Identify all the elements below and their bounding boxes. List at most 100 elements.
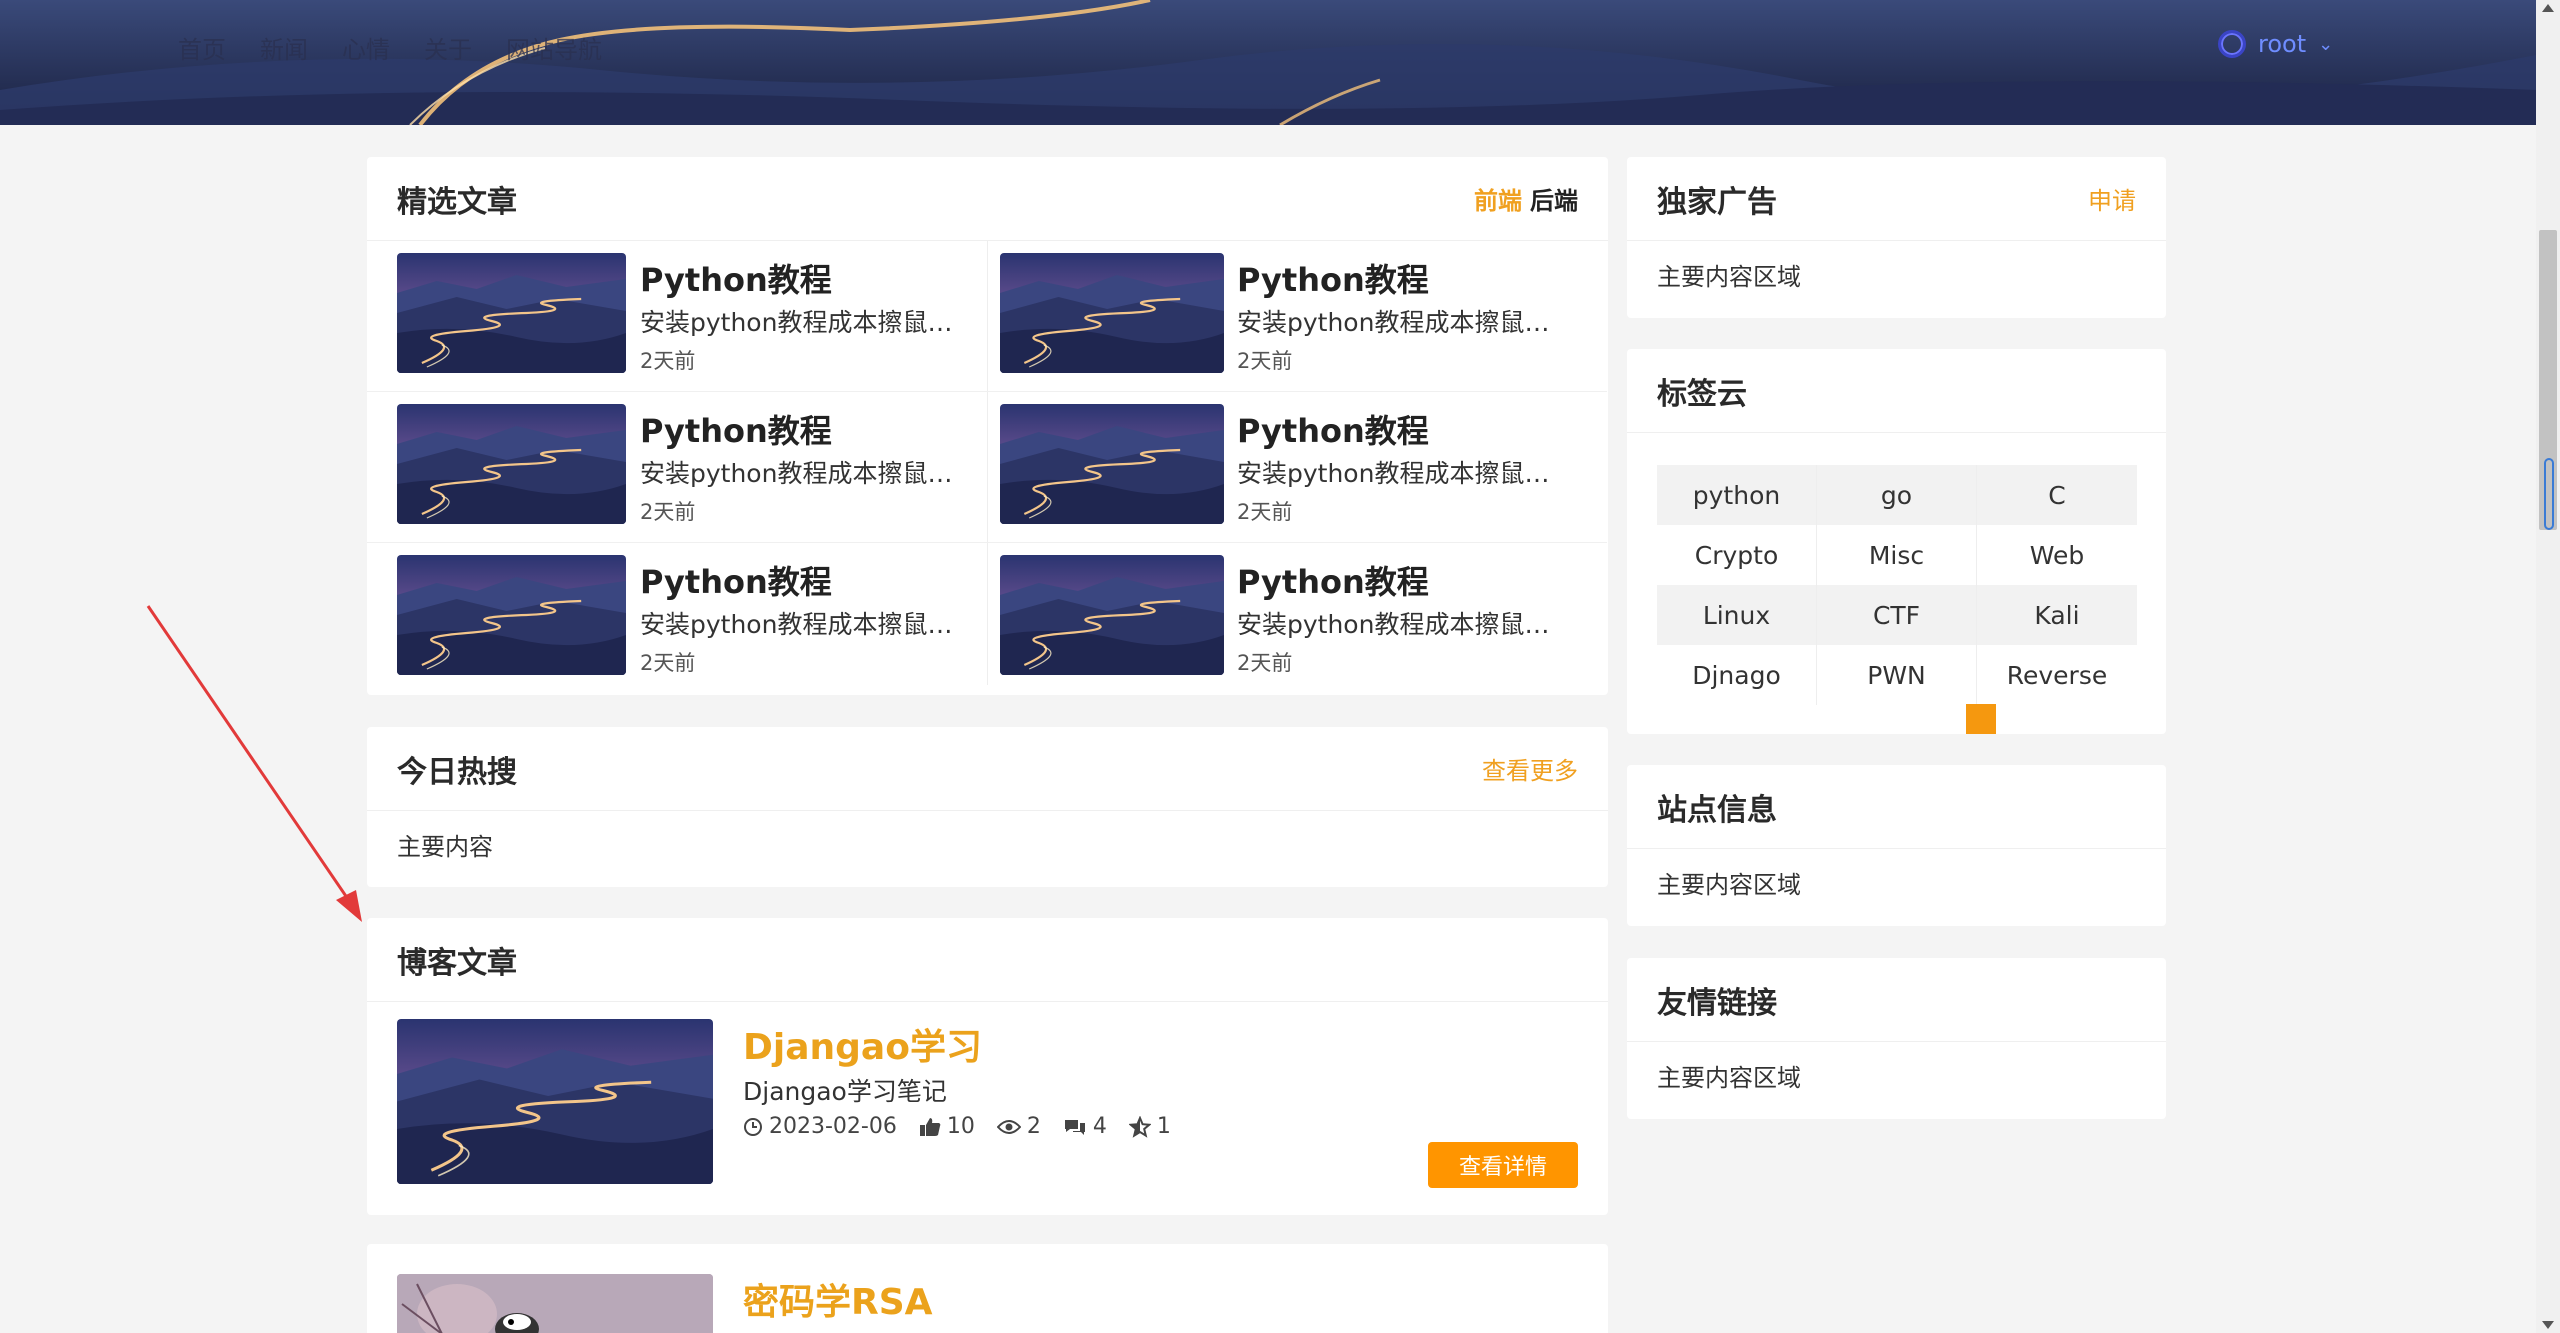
nav-news[interactable]: 新闻 (260, 30, 308, 65)
featured-item[interactable]: Python教程 安装python教程成本擦鼠标... 2天前 (367, 543, 987, 694)
post-comments[interactable]: 4 (1063, 1114, 1107, 1139)
site-info-card: 站点信息 主要内容区域 (1627, 765, 2166, 926)
thumbs-up-icon (919, 1117, 941, 1136)
page-scrollbar[interactable] (2536, 0, 2560, 1333)
post-views-count: 2 (1026, 1114, 1041, 1139)
view-detail-button[interactable]: 查看详情 (1428, 1142, 1578, 1188)
tag-cloud-title: 标签云 (1657, 376, 1747, 412)
article-time: 2天前 (640, 651, 696, 675)
article-thumbnail[interactable] (1000, 555, 1224, 675)
mountain-road-photo (397, 253, 626, 373)
tag-reverse[interactable]: Reverse (1977, 645, 2137, 705)
tag-grid: python go C Crypto Misc Web Linux CTF Ka… (1657, 465, 2137, 705)
nav-mood[interactable]: 心情 (342, 30, 390, 65)
article-time: 2天前 (640, 500, 696, 524)
header-banner: 首页 新闻 心情 关于 网站导航 root ⌄ (0, 0, 2536, 125)
friend-links-body: 主要内容区域 (1657, 1064, 1801, 1092)
avatar (2218, 30, 2246, 58)
article-desc: 安装python教程成本擦鼠标... (640, 459, 970, 488)
article-desc: 安装python教程成本擦鼠标... (1237, 610, 1557, 639)
featured-item[interactable]: Python教程 安装python教程成本擦鼠标... 2天前 (367, 241, 987, 392)
featured-item[interactable]: Python教程 安装python教程成本擦鼠标... 2天前 (987, 392, 1607, 543)
featured-title: 精选文章 (397, 184, 517, 220)
tag-misc[interactable]: Misc (1817, 525, 1977, 585)
article-thumbnail[interactable] (1000, 253, 1224, 373)
scroll-up-arrow[interactable] (2542, 4, 2554, 12)
site-info-body: 主要内容区域 (1657, 871, 1801, 899)
site-info-title: 站点信息 (1657, 792, 1777, 828)
view-more-link[interactable]: 查看更多 (1482, 751, 1578, 786)
tag-pwn[interactable]: PWN (1817, 645, 1977, 705)
post-stars-count: 1 (1156, 1114, 1171, 1139)
tag-djnago[interactable]: Djnago (1657, 645, 1817, 705)
mountain-road-photo (397, 1019, 713, 1184)
eye-icon (996, 1119, 1021, 1134)
tag-python[interactable]: python (1657, 465, 1817, 525)
article-thumbnail[interactable] (397, 253, 626, 373)
article-time: 2天前 (1237, 500, 1293, 524)
post-title-2[interactable]: 密码学RSA (743, 1273, 933, 1325)
article-title[interactable]: Python教程 (640, 406, 832, 452)
ad-title: 独家广告 (1657, 184, 1777, 220)
post-stars[interactable]: 1 (1128, 1114, 1171, 1139)
tag-linux[interactable]: Linux (1657, 585, 1817, 645)
scroll-focus-ring (2544, 458, 2554, 530)
nav-about[interactable]: 关于 (424, 30, 472, 65)
star-icon (1128, 1115, 1151, 1138)
featured-tabs: 前端 后端 (1474, 181, 1578, 216)
main-nav: 首页 新闻 心情 关于 网站导航 (178, 30, 602, 65)
blog-title: 博客文章 (397, 945, 517, 981)
post-thumbnail-2[interactable] (397, 1274, 713, 1333)
post-likes-count: 10 (946, 1114, 975, 1139)
post-title[interactable]: Djangao学习 (743, 1018, 982, 1070)
friend-links-card: 友情链接 主要内容区域 (1627, 958, 2166, 1119)
featured-item[interactable]: Python教程 安装python教程成本擦鼠标... 2天前 (987, 543, 1607, 694)
comments-icon (1064, 1119, 1085, 1135)
article-desc: 安装python教程成本擦鼠标... (1237, 308, 1557, 337)
tab-frontend[interactable]: 前端 (1474, 181, 1522, 216)
tag-ctf[interactable]: CTF (1817, 585, 1977, 645)
article-title[interactable]: Python教程 (640, 255, 832, 301)
nav-home[interactable]: 首页 (178, 30, 226, 65)
tag-cloud-card: 标签云 python go C Crypto Misc Web Linux CT… (1627, 349, 2166, 734)
tag-go[interactable]: go (1817, 465, 1977, 525)
tag-c[interactable]: C (1977, 465, 2137, 525)
article-thumbnail[interactable] (397, 404, 626, 524)
featured-item[interactable]: Python教程 安装python教程成本擦鼠标... 2天前 (987, 241, 1607, 392)
ad-card: 独家广告 申请 主要内容区域 (1627, 157, 2166, 318)
blog-card: 博客文章 Djangao学习 Djangao学习笔记 2023-02-06 10… (367, 918, 1608, 1215)
nav-sitemap[interactable]: 网站导航 (506, 30, 602, 65)
mountain-road-photo (1000, 253, 1224, 373)
bird-photo (397, 1274, 713, 1333)
article-title[interactable]: Python教程 (1237, 255, 1429, 301)
article-desc: 安装python教程成本擦鼠标... (640, 610, 970, 639)
article-title[interactable]: Python教程 (1237, 557, 1429, 603)
friend-links-title: 友情链接 (1657, 985, 1777, 1021)
post-thumbnail[interactable] (397, 1019, 713, 1184)
tag-crypto[interactable]: Crypto (1657, 525, 1817, 585)
hot-title: 今日热搜 (397, 754, 517, 790)
article-title[interactable]: Python教程 (1237, 406, 1429, 452)
featured-item[interactable]: Python教程 安装python教程成本擦鼠标... 2天前 (367, 392, 987, 543)
article-desc: 安装python教程成本擦鼠标... (640, 308, 970, 337)
article-time: 2天前 (1237, 651, 1293, 675)
mountain-road-photo (1000, 555, 1224, 675)
article-thumbnail[interactable] (397, 555, 626, 675)
post-likes[interactable]: 10 (919, 1114, 975, 1139)
article-time: 2天前 (1237, 349, 1293, 373)
featured-grid: Python教程 安装python教程成本擦鼠标... 2天前 Python教程… (367, 241, 1607, 685)
apply-link[interactable]: 申请 (2088, 181, 2136, 216)
post-comments-count: 4 (1092, 1114, 1107, 1139)
tab-backend[interactable]: 后端 (1530, 181, 1578, 216)
hot-body: 主要内容 (397, 833, 493, 861)
post-meta: 2023-02-06 10 2 4 1 (743, 1114, 1171, 1139)
tag-kali[interactable]: Kali (1977, 585, 2137, 645)
scroll-down-arrow[interactable] (2542, 1321, 2554, 1329)
tag-scroll-handle[interactable] (1966, 704, 1996, 734)
article-thumbnail[interactable] (1000, 404, 1224, 524)
featured-card: 精选文章 前端 后端 Python教程 安装python教程成本擦鼠标... 2… (367, 157, 1608, 695)
post-desc: Djangao学习笔记 (743, 1077, 947, 1106)
article-title[interactable]: Python教程 (640, 557, 832, 603)
user-menu[interactable]: root ⌄ (2218, 30, 2333, 58)
tag-web[interactable]: Web (1977, 525, 2137, 585)
